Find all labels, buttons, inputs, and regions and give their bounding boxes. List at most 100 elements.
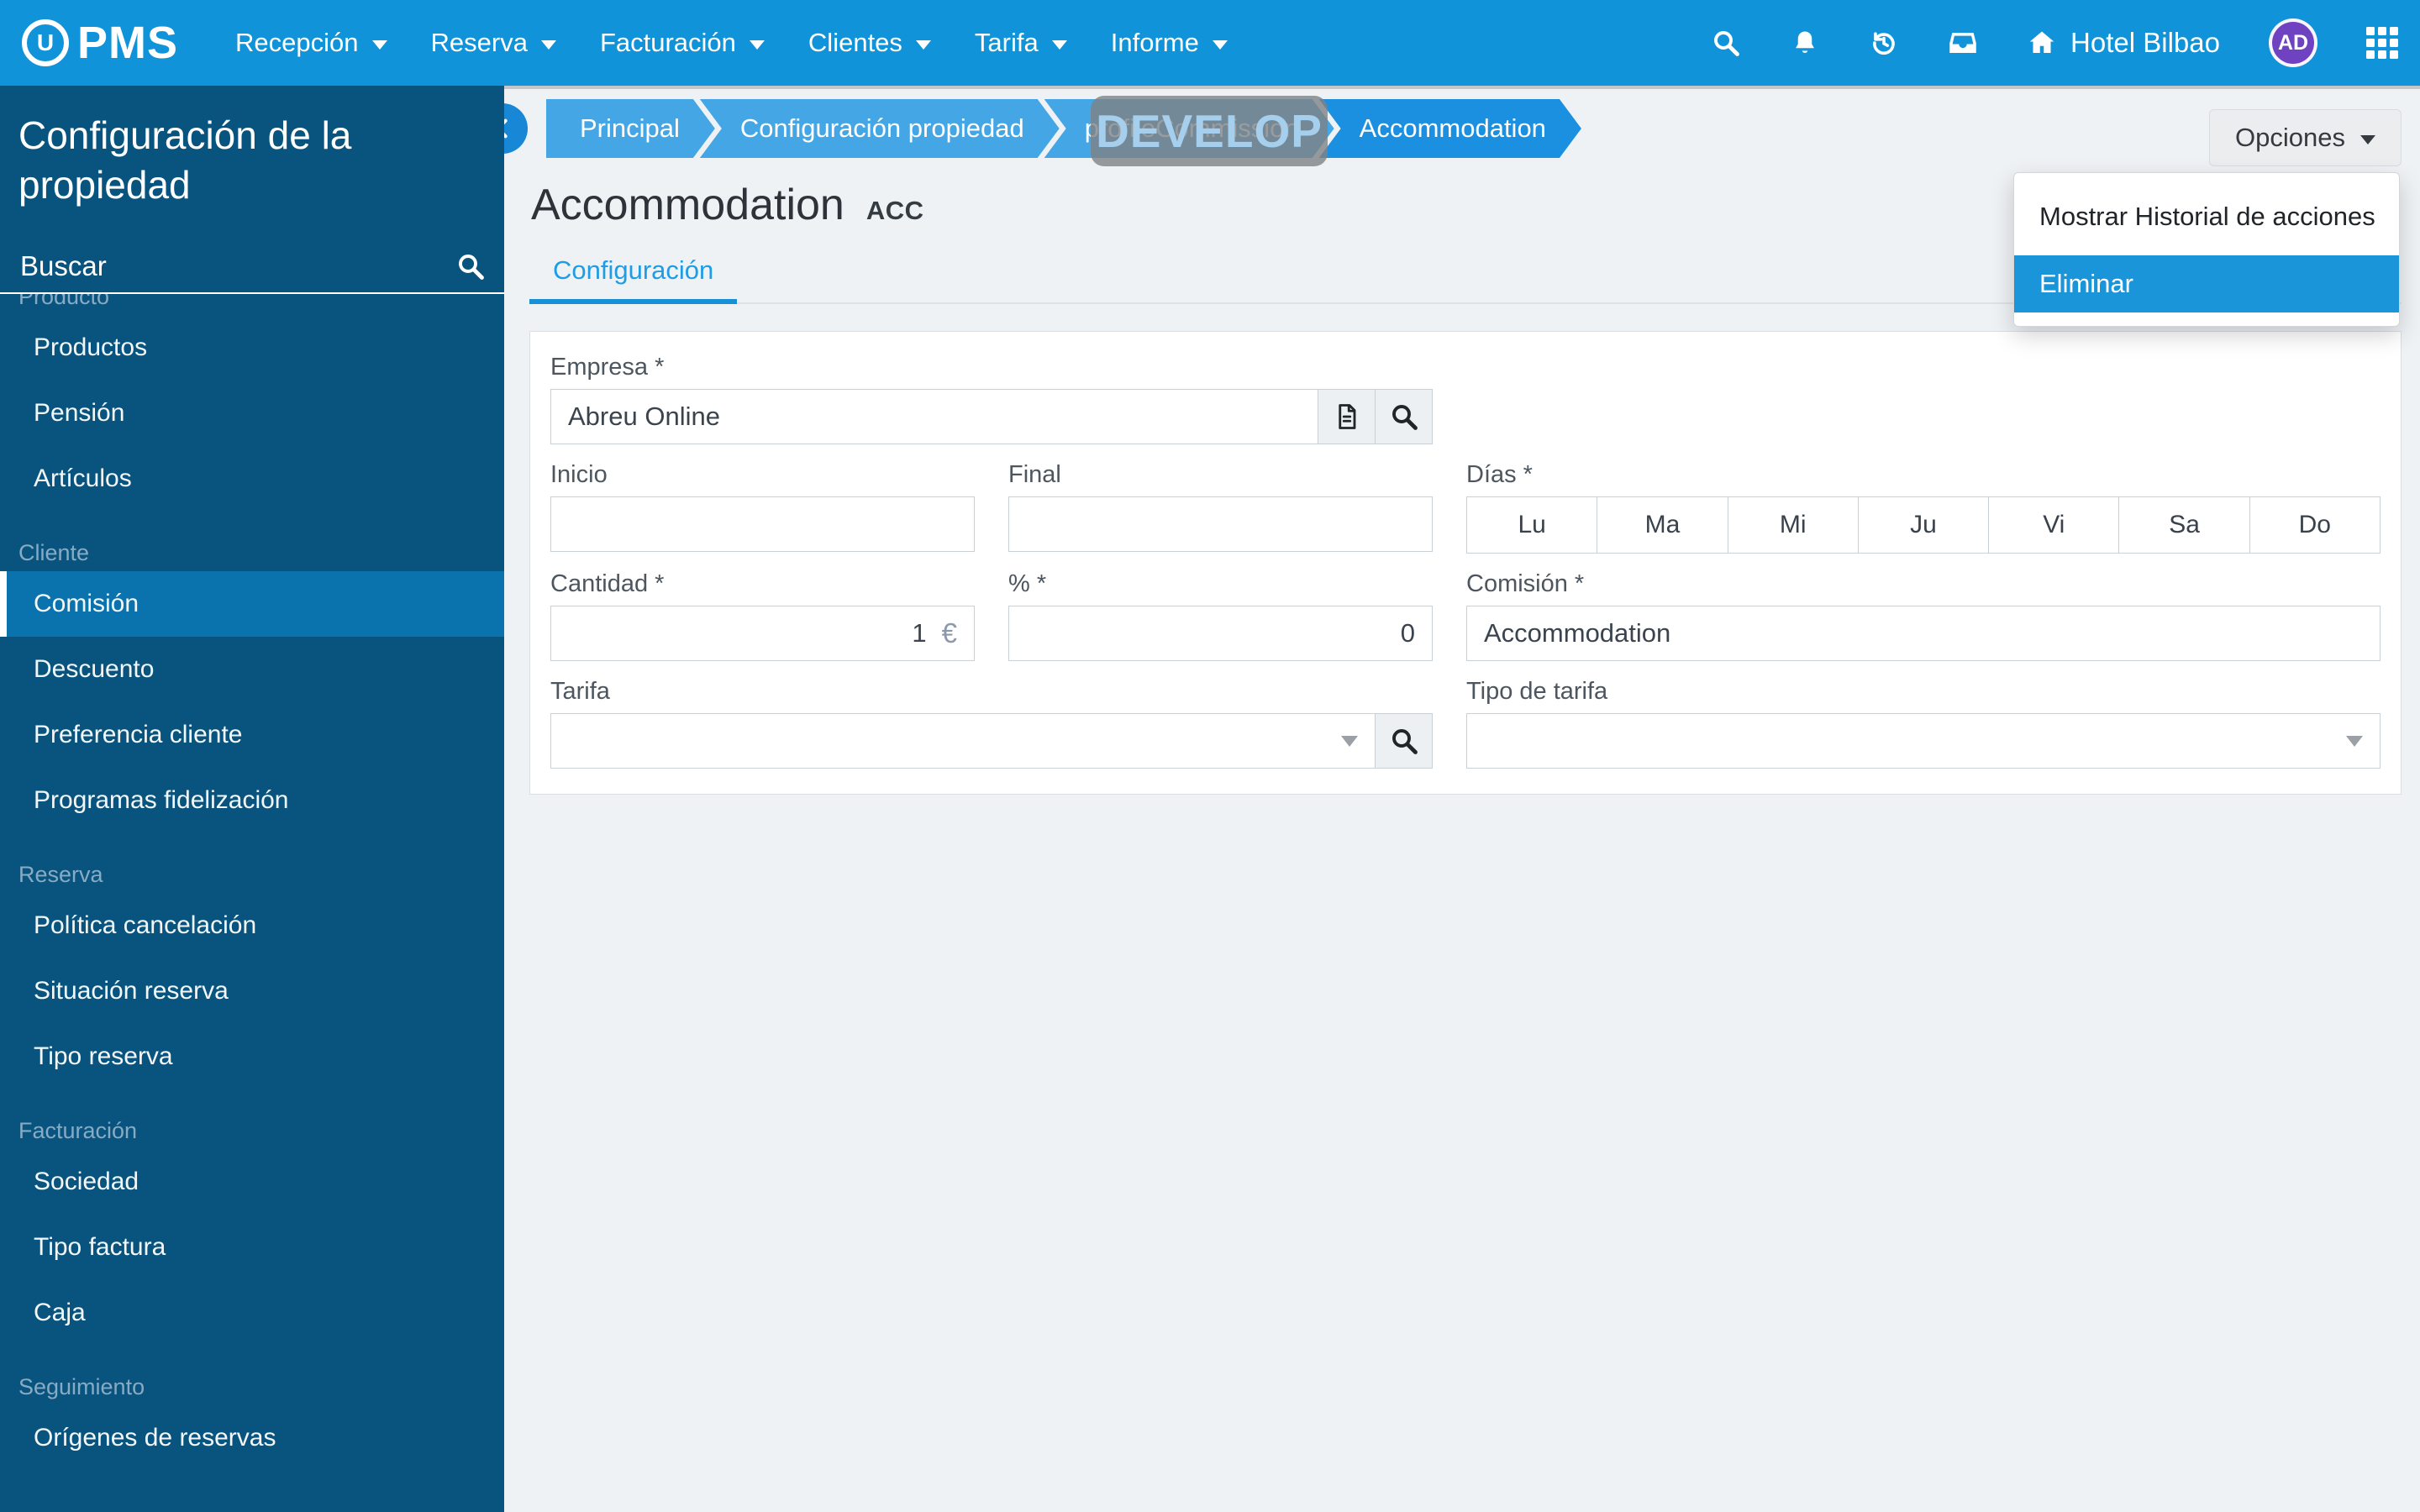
- tab-configuracion[interactable]: Configuración: [529, 255, 738, 304]
- menu-informe[interactable]: Informe: [1092, 0, 1246, 86]
- menu-tarifa[interactable]: Tarifa: [956, 0, 1086, 86]
- menu-recepcion[interactable]: Recepción: [217, 0, 405, 86]
- sidebar-item-programas-fidelizacion[interactable]: Programas fidelización: [0, 768, 504, 833]
- logo-text: PMS: [77, 18, 179, 68]
- logo-circle-icon: U: [22, 19, 69, 66]
- breadcrumb-accommodation[interactable]: Accommodation: [1319, 99, 1581, 158]
- field-tipo-tarifa: Tipo de tarifa: [1466, 678, 2381, 769]
- app-logo[interactable]: U PMS: [22, 17, 178, 69]
- day-toggle-ma[interactable]: Ma: [1597, 496, 1728, 554]
- search-icon: [1392, 729, 1418, 754]
- sidebar-item-tipo-reserva[interactable]: Tipo reserva: [0, 1024, 504, 1089]
- menu-item-mostrar-historial[interactable]: Mostrar Historial de acciones: [2014, 183, 2399, 250]
- sidebar-item-sociedad[interactable]: Sociedad: [0, 1149, 504, 1215]
- field-cantidad: Cantidad * €: [550, 570, 975, 661]
- sidebar-item-articulos[interactable]: Artículos: [0, 446, 504, 512]
- day-toggle-sa[interactable]: Sa: [2119, 496, 2250, 554]
- breadcrumb-configuracion-propiedad[interactable]: Configuración propiedad: [700, 99, 1060, 158]
- day-toggle-ju[interactable]: Ju: [1858, 496, 1990, 554]
- tipo-tarifa-input[interactable]: [1484, 714, 2346, 768]
- avatar-initials: AD: [2277, 30, 2309, 55]
- menu-label: Facturación: [599, 28, 736, 57]
- empresa-input-group: [550, 389, 1433, 444]
- sidebar-section-facturacion: Facturación: [18, 1117, 138, 1143]
- sidebar-section-reserva: Reserva: [18, 861, 103, 887]
- comision-input[interactable]: [1484, 606, 2363, 660]
- empresa-open-record-button[interactable]: [1318, 389, 1376, 444]
- day-toggle-do[interactable]: Do: [2249, 496, 2381, 554]
- cantidad-control: €: [550, 606, 975, 661]
- final-input[interactable]: [1026, 497, 1415, 551]
- comision-label: Comisión *: [1466, 570, 1585, 597]
- tarifa-input[interactable]: [568, 714, 1341, 768]
- field-empresa: Empresa *: [550, 354, 1433, 444]
- top-navbar: U PMS Recepción Reserva Facturación Clie…: [0, 0, 2420, 86]
- day-toggle-lu[interactable]: Lu: [1466, 496, 1598, 554]
- chevron-down-icon: [2360, 134, 2375, 144]
- menu-item-eliminar[interactable]: Eliminar: [2014, 255, 2399, 312]
- porcentaje-control: [1008, 606, 1433, 661]
- field-inicio: Inicio: [550, 461, 975, 554]
- chevron-down-icon: [371, 39, 387, 50]
- field-final: Final: [1008, 461, 1433, 554]
- chevron-down-icon: [540, 39, 556, 50]
- options-button[interactable]: Opciones: [2209, 109, 2402, 166]
- tarifa-label: Tarifa: [550, 678, 610, 705]
- apps-grid-icon[interactable]: [2366, 27, 2398, 59]
- day-toggle-vi[interactable]: Vi: [1989, 496, 2120, 554]
- main-content: Principal Configuración propiedad profil…: [477, 86, 2420, 1512]
- euro-currency-suffix: €: [941, 617, 957, 648]
- menu-clientes[interactable]: Clientes: [790, 0, 950, 86]
- empresa-label: Empresa *: [550, 354, 665, 381]
- sidebar-item-productos[interactable]: Productos: [0, 315, 504, 381]
- day-toggle-group: Lu Ma Mi Ju Vi Sa Do: [1466, 496, 2381, 554]
- field-tarifa: Tarifa: [550, 678, 1433, 769]
- avatar[interactable]: AD: [2269, 18, 2317, 67]
- history-icon[interactable]: [1869, 28, 1899, 58]
- sidebar-item-caja[interactable]: Caja: [0, 1280, 504, 1346]
- sidebar-item-politica-cancelacion[interactable]: Política cancelación: [0, 893, 504, 958]
- sidebar-item-comision[interactable]: Comisión: [0, 570, 504, 637]
- sidebar-search-input[interactable]: [18, 249, 455, 283]
- sidebar-item-descuento[interactable]: Descuento: [0, 637, 504, 702]
- search-icon[interactable]: [455, 251, 486, 281]
- tarifa-select[interactable]: [550, 713, 1376, 769]
- sidebar-item-origenes-de-reservas[interactable]: Orígenes de reservas: [0, 1405, 504, 1471]
- options-dropdown-menu: Mostrar Historial de acciones Eliminar: [2013, 172, 2400, 327]
- day-toggle-mi[interactable]: Mi: [1728, 496, 1859, 554]
- app-window: U PMS Recepción Reserva Facturación Clie…: [0, 0, 2420, 1512]
- chevron-down-icon: [1212, 39, 1228, 50]
- menu-label: Recepción: [235, 28, 359, 57]
- sidebar-item-pension[interactable]: Pensión: [0, 381, 504, 446]
- sidebar-item-tipo-factura[interactable]: Tipo factura: [0, 1215, 504, 1280]
- property-selector[interactable]: Hotel Bilbao: [2027, 27, 2220, 59]
- home-icon: [2029, 31, 2054, 53]
- empresa-search-button[interactable]: [1376, 389, 1433, 444]
- final-control: [1008, 496, 1433, 552]
- property-name: Hotel Bilbao: [2070, 27, 2220, 58]
- sidebar-item-preferencia-cliente[interactable]: Preferencia cliente: [0, 702, 504, 768]
- field-porcentaje: % *: [1008, 570, 1433, 661]
- field-comision: Comisión *: [1466, 570, 2381, 661]
- tarifa-search-button[interactable]: [1376, 713, 1433, 769]
- menu-reserva[interactable]: Reserva: [413, 0, 575, 86]
- porcentaje-input[interactable]: [1026, 606, 1415, 660]
- menu-facturacion[interactable]: Facturación: [581, 0, 783, 86]
- inbox-icon[interactable]: [1948, 28, 1978, 58]
- tipo-tarifa-select[interactable]: [1466, 713, 2381, 769]
- document-icon: [1338, 404, 1355, 429]
- final-label: Final: [1008, 461, 1061, 488]
- comision-control: [1466, 606, 2381, 661]
- inicio-input[interactable]: [568, 497, 957, 551]
- cantidad-input[interactable]: [568, 606, 927, 660]
- sidebar-item-situacion-reserva[interactable]: Situación reserva: [0, 958, 504, 1024]
- empresa-control: [550, 389, 1318, 444]
- sidebar-section-seguimiento: Seguimiento: [18, 1373, 145, 1399]
- menu-label: Clientes: [808, 28, 902, 57]
- empresa-input[interactable]: [568, 390, 1301, 444]
- bell-icon[interactable]: [1790, 28, 1820, 58]
- sidebar-section-producto: Producto: [18, 293, 110, 309]
- breadcrumb-principal[interactable]: Principal: [546, 99, 715, 158]
- search-icon[interactable]: [1711, 28, 1741, 58]
- sidebar: Configuración de la propiedad Producto P…: [0, 86, 504, 1512]
